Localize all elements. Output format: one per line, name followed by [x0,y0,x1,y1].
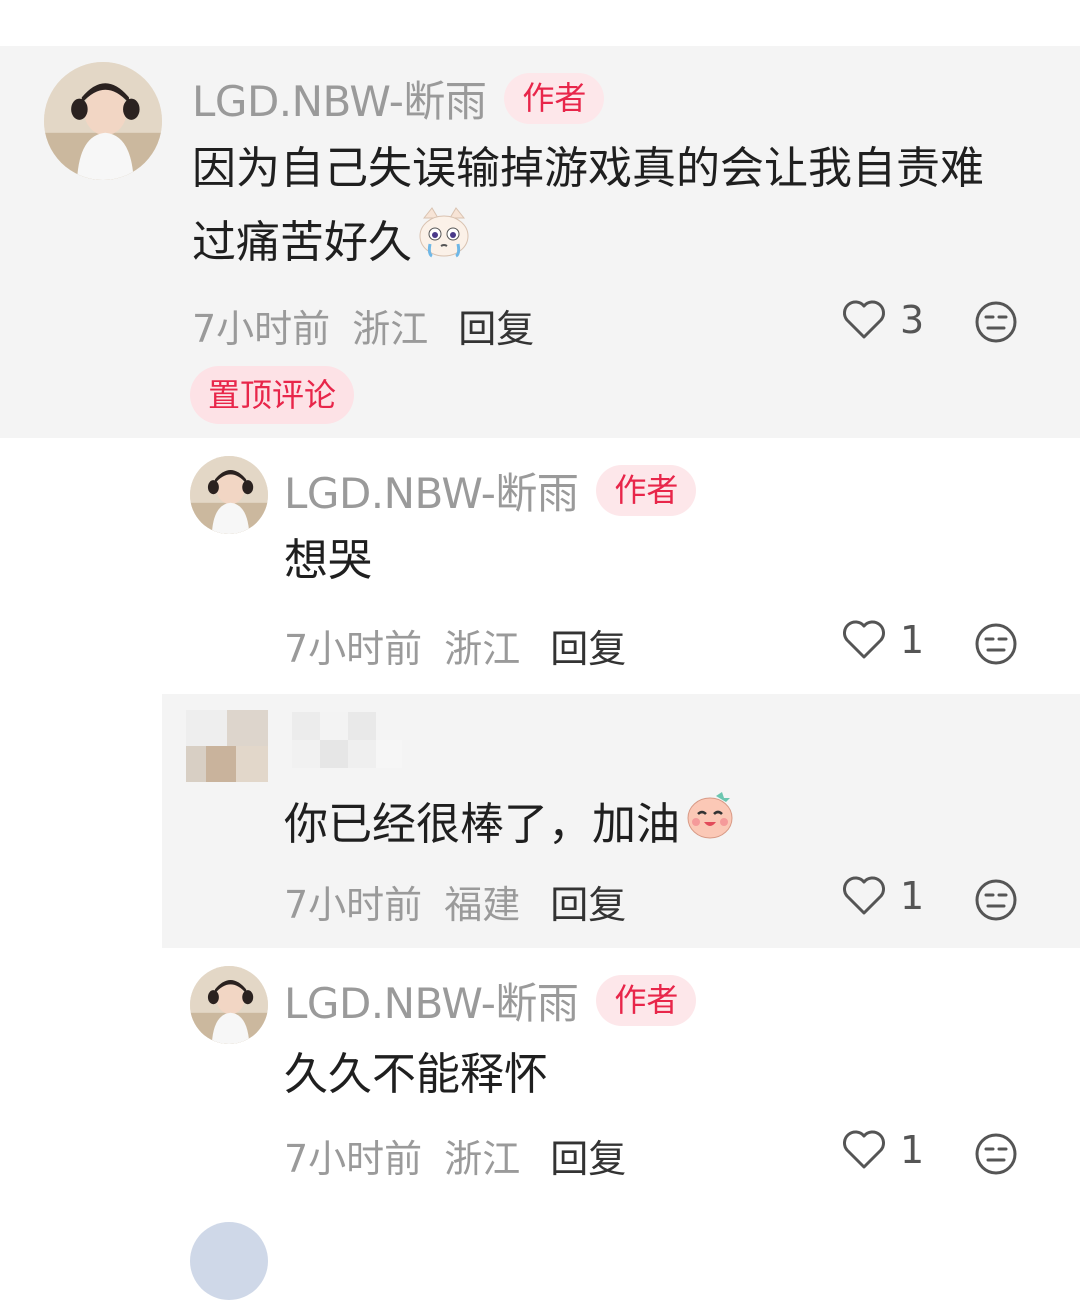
crying-cat-emoji-icon [416,204,472,281]
pinned-comment: LGD.NBW-断雨 作者 因为自己失误输掉游戏真的会让我自责难 过痛苦好久 7… [0,46,1080,438]
comment-time: 7小时前 [284,1137,423,1181]
comment-region: 浙江 [352,307,429,351]
blurred-username[interactable] [292,712,402,768]
heart-outline-icon [843,620,885,659]
author-badge: 作者 [596,465,697,516]
dislike-button[interactable] [974,878,1018,926]
heart-outline-icon [843,1130,885,1169]
author-name[interactable]: LGD.NBW-断雨 [284,460,579,521]
reply-button[interactable]: 回复 [458,298,534,353]
like-button[interactable]: 3 [842,298,924,342]
comment-text-line2: 过痛苦好久 [192,204,1052,281]
heart-outline-icon [843,876,885,915]
next-comment-peek [0,1204,1080,1300]
reply-comment: LGD.NBW-断雨 作者 久久不能释怀 7小时前 浙江 回复 1 [0,948,1080,1204]
like-button[interactable]: 1 [842,618,924,662]
like-button[interactable]: 1 [842,874,924,918]
comment-text-content: 你已经很棒了，加油 [284,798,680,850]
blurred-avatar[interactable] [186,710,268,782]
heart-outline-icon [843,300,885,339]
author-avatar[interactable] [44,62,162,180]
comment-text: 想哭 [284,535,372,586]
dislike-button[interactable] [974,1132,1018,1180]
reply-button[interactable]: 回复 [550,618,626,673]
comment-text-line2-content: 过痛苦好久 [192,216,412,268]
comment-time: 7小时前 [192,307,331,351]
comment-region: 浙江 [444,1137,521,1181]
like-count: 1 [900,874,925,918]
comment-region: 福建 [444,883,521,927]
like-count: 1 [900,618,925,662]
dislike-button[interactable] [974,300,1018,348]
dislike-face-icon [975,301,1017,343]
reply-button[interactable]: 回复 [550,1128,626,1183]
author-avatar[interactable] [190,456,268,534]
reply-button[interactable]: 回复 [550,874,626,929]
comment-text: 久久不能释怀 [284,1049,548,1100]
comment-region: 浙江 [444,627,521,671]
dislike-face-icon [975,623,1017,665]
like-count: 1 [900,1128,925,1172]
reply-comment-highlighted: 你已经很棒了，加油 7小时前 福建 回复 1 [162,694,1080,948]
dislike-face-icon [975,1133,1017,1175]
dislike-button[interactable] [974,622,1018,670]
author-badge: 作者 [504,73,605,124]
like-button[interactable]: 1 [842,1128,924,1172]
comment-text: 因为自己失误输掉游戏真的会让我自责难 过痛苦好久 [192,134,1052,281]
comment-time: 7小时前 [284,627,423,671]
comment-text: 你已经很棒了，加油 [284,786,738,863]
like-count: 3 [900,298,925,342]
author-avatar[interactable] [190,966,268,1044]
reply-comment: LGD.NBW-断雨 作者 想哭 7小时前 浙江 回复 1 [0,438,1080,694]
author-name[interactable]: LGD.NBW-断雨 [192,68,487,129]
comment-text-line1: 因为自己失误输掉游戏真的会让我自责难 [192,143,984,194]
cheer-face-emoji-icon [682,786,738,863]
dislike-face-icon [975,879,1017,921]
comment-time: 7小时前 [284,883,423,927]
author-name[interactable]: LGD.NBW-断雨 [284,970,579,1031]
pinned-badge: 置顶评论 [190,366,355,425]
author-badge: 作者 [596,975,697,1026]
